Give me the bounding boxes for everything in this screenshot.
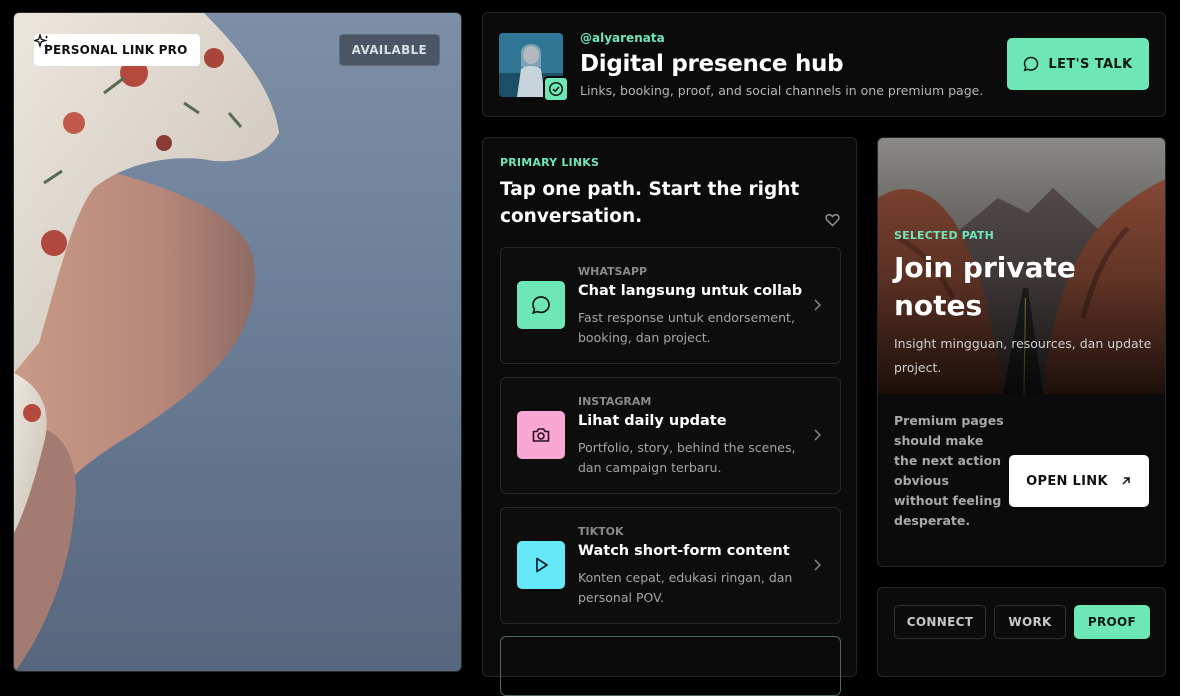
link-title: Watch short-form content [578, 543, 790, 559]
personal-link-pro-label: PERSONAL LINK PRO [44, 43, 188, 57]
chevron-right-icon [814, 559, 822, 571]
chevron-right-icon [814, 299, 822, 311]
tab-proof[interactable]: PROOF [1074, 605, 1150, 639]
selected-path-description: Insight mingguan, resources, dan update … [894, 336, 1152, 375]
open-link-button[interactable]: OPEN LINK [1009, 455, 1149, 507]
heart-icon[interactable] [825, 213, 840, 227]
profile-handle: @alyarenata [580, 31, 665, 45]
link-kicker: INSTAGRAM [578, 395, 652, 408]
arrow-up-right-icon [1122, 477, 1130, 485]
link-item-whatsapp[interactable]: WHATSAPP Chat langsung untuk collab Fast… [500, 247, 841, 364]
tiktok-link-icon-tile [517, 541, 565, 589]
tab-label: PROOF [1087, 615, 1137, 629]
link-description: Konten cepat, edukasi ringan, dan person… [578, 570, 793, 605]
chat-bubble-icon [1024, 56, 1039, 72]
camera-icon [532, 428, 550, 442]
instagram-link-icon-tile [517, 411, 565, 459]
selected-path-note: Premium pages should make the next actio… [894, 413, 1004, 528]
tab-label: CONNECT [906, 615, 974, 629]
availability-label: AVAILABLE [351, 43, 427, 57]
link-title: Lihat daily update [578, 413, 727, 429]
link-kicker: WHATSAPP [578, 265, 648, 278]
primary-links-card: PRIMARY LINKS Tap one path. Start the ri… [482, 137, 857, 696]
link-kicker: TIKTOK [578, 525, 624, 538]
primary-links-eyebrow: PRIMARY LINKS [500, 156, 600, 169]
play-icon [536, 557, 548, 573]
selected-path-title: Join private notes [894, 251, 1076, 322]
tab-label: WORK [1008, 615, 1052, 629]
chat-bubble-icon [532, 296, 550, 315]
open-link-label: OPEN LINK [1026, 473, 1108, 489]
hero-photo-illustration [14, 13, 279, 671]
hero-image: PERSONAL LINK PRO AVAILABLE [13, 12, 462, 672]
chevron-right-icon [814, 429, 822, 441]
selected-path-card: SELECTED PATH Join private notes Insight… [877, 137, 1166, 567]
link-title: Chat langsung untuk collab [578, 283, 803, 299]
verified-check-icon [543, 76, 569, 102]
tab-connect[interactable]: CONNECT [894, 605, 986, 639]
link-item-next[interactable] [500, 636, 841, 696]
link-description: Portfolio, story, behind the scenes, dan… [578, 440, 796, 475]
selected-path-eyebrow: SELECTED PATH [894, 229, 995, 242]
link-description: Fast response untuk endorsement, booking… [578, 310, 795, 345]
link-item-tiktok[interactable]: TIKTOK Watch short-form content Konten c… [500, 507, 841, 624]
lets-talk-label: LET'S TALK [1048, 56, 1133, 72]
primary-links-title: Tap one path. Start the right conversati… [500, 179, 800, 227]
availability-badge: AVAILABLE [338, 34, 440, 66]
whatsapp-link-icon-tile [517, 281, 565, 329]
profile-header-card: @alyarenata Digital presence hub Links, … [482, 12, 1166, 117]
section-tabs-card: CONNECT WORK PROOF [877, 587, 1166, 677]
page-title: Digital presence hub [580, 51, 844, 77]
personal-link-pro-badge: PERSONAL LINK PRO [34, 34, 200, 66]
tab-work[interactable]: WORK [994, 605, 1066, 639]
link-item-instagram[interactable]: INSTAGRAM Lihat daily update Portfolio, … [500, 377, 841, 494]
sparkles-icon [34, 34, 49, 49]
lets-talk-button[interactable]: LET'S TALK [1007, 38, 1149, 90]
page-subtitle: Links, booking, proof, and social channe… [580, 83, 984, 98]
